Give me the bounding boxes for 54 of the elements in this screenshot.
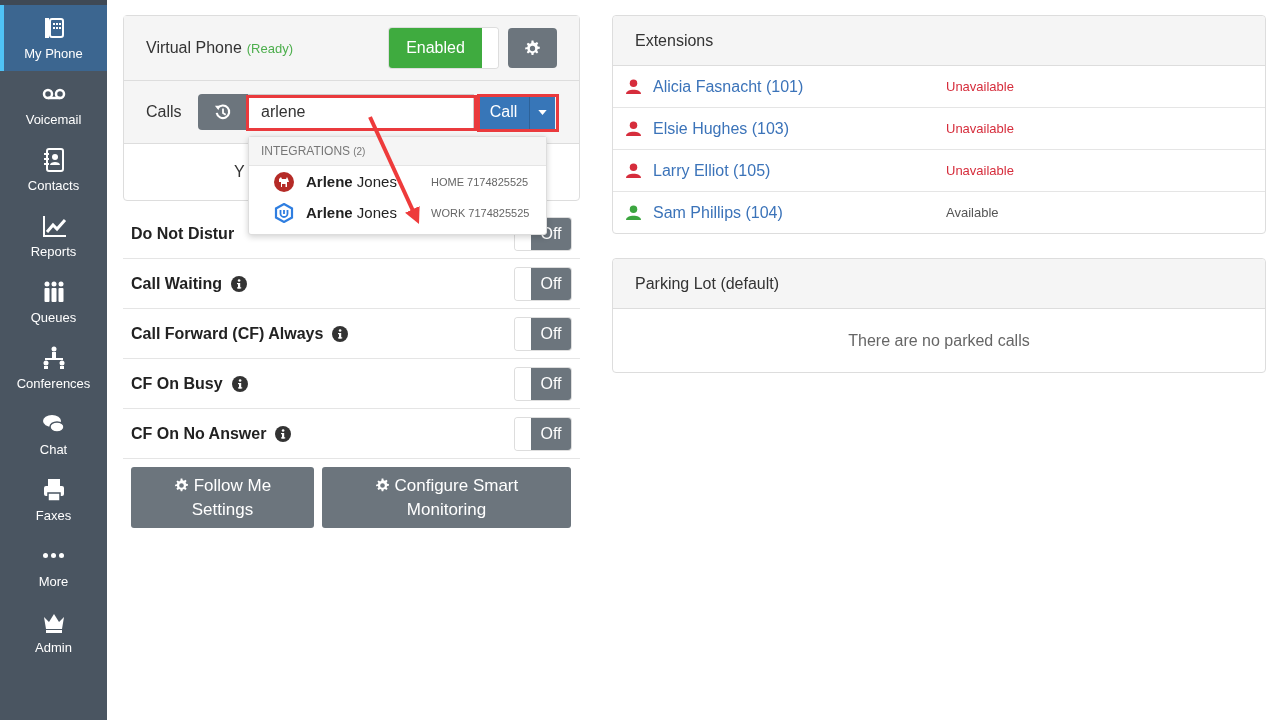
nav-item[interactable]: Conferences — [0, 335, 107, 401]
setting-label: Call Forward (CF) Always — [131, 324, 324, 343]
dog-logo-icon — [274, 171, 294, 192]
history-button[interactable] — [198, 94, 248, 130]
setting-label: Do Not Distur — [131, 224, 235, 243]
presence-status: Available — [946, 205, 999, 220]
extension-link[interactable]: Sam Phillips (104) — [653, 203, 946, 222]
extension-link[interactable]: Alicia Fasnacht (101) — [653, 77, 946, 96]
line-chart-icon — [40, 213, 67, 239]
presence-status: Unavailable — [946, 79, 1014, 94]
setting-label: CF On Busy — [131, 374, 223, 393]
history-icon — [214, 103, 232, 121]
settings-button[interactable]: Follow Me Settings — [131, 467, 314, 528]
result-count: (2) — [353, 146, 366, 157]
presence-status: Unavailable — [946, 163, 1014, 178]
phone-number: HOME 7174825525 — [431, 175, 529, 188]
extension-link[interactable]: Larry Elliot (105) — [653, 161, 946, 180]
ellipsis-icon — [43, 553, 64, 558]
extension-link[interactable]: Elsie Hughes (103) — [653, 119, 946, 138]
setting-label: CF On No Answer — [131, 424, 267, 443]
suggestion-item[interactable]: Arlene Jones WORK 7174825525 — [249, 197, 546, 228]
nav-item[interactable]: Admin — [0, 599, 107, 665]
nav-item[interactable]: More — [0, 533, 107, 599]
empty-message: There are no parked calls — [848, 331, 1030, 350]
dropdown-toggle[interactable] — [530, 95, 555, 129]
settings-button[interactable]: Configure Smart Monitoring — [322, 467, 571, 528]
nav-item[interactable]: Chat — [0, 401, 107, 467]
calls-label: Calls — [146, 103, 183, 121]
menu-header: INTEGRATIONS — [261, 144, 351, 158]
phone-number: WORK 7174825525 — [431, 206, 530, 219]
nav-item[interactable]: Voicemail — [0, 71, 107, 137]
panel-title: Virtual Phone — [146, 39, 242, 57]
settings-icon — [524, 39, 541, 57]
call-button[interactable]: Call — [478, 95, 530, 129]
panel-header: Extensions — [613, 16, 1265, 66]
calls-message: Y — [234, 163, 245, 181]
nav-item[interactable]: Reports — [0, 203, 107, 269]
setting-label: Call Waiting — [131, 274, 222, 293]
toggle-knob[interactable] — [482, 28, 498, 68]
settings-icon — [374, 477, 390, 493]
contact-name: Arlene Jones — [306, 204, 398, 221]
nav-item[interactable]: Faxes — [0, 467, 107, 533]
nav-item[interactable]: My Phone — [0, 5, 107, 71]
nav-item[interactable]: Contacts — [0, 137, 107, 203]
settings-icon — [173, 477, 189, 493]
settings-button[interactable] — [508, 28, 557, 68]
contact-name: Arlene Jones — [306, 173, 398, 190]
hexagon-logo-icon — [274, 202, 294, 223]
nav-item[interactable]: Queues — [0, 269, 107, 335]
caret-icon — [538, 109, 547, 115]
presence-status: Unavailable — [946, 121, 1014, 136]
status-text: (Ready) — [246, 41, 294, 56]
suggestion-item[interactable]: Arlene Jones HOME 7174825525 — [249, 166, 546, 197]
panel-header: Parking Lot (default) — [613, 259, 1265, 309]
